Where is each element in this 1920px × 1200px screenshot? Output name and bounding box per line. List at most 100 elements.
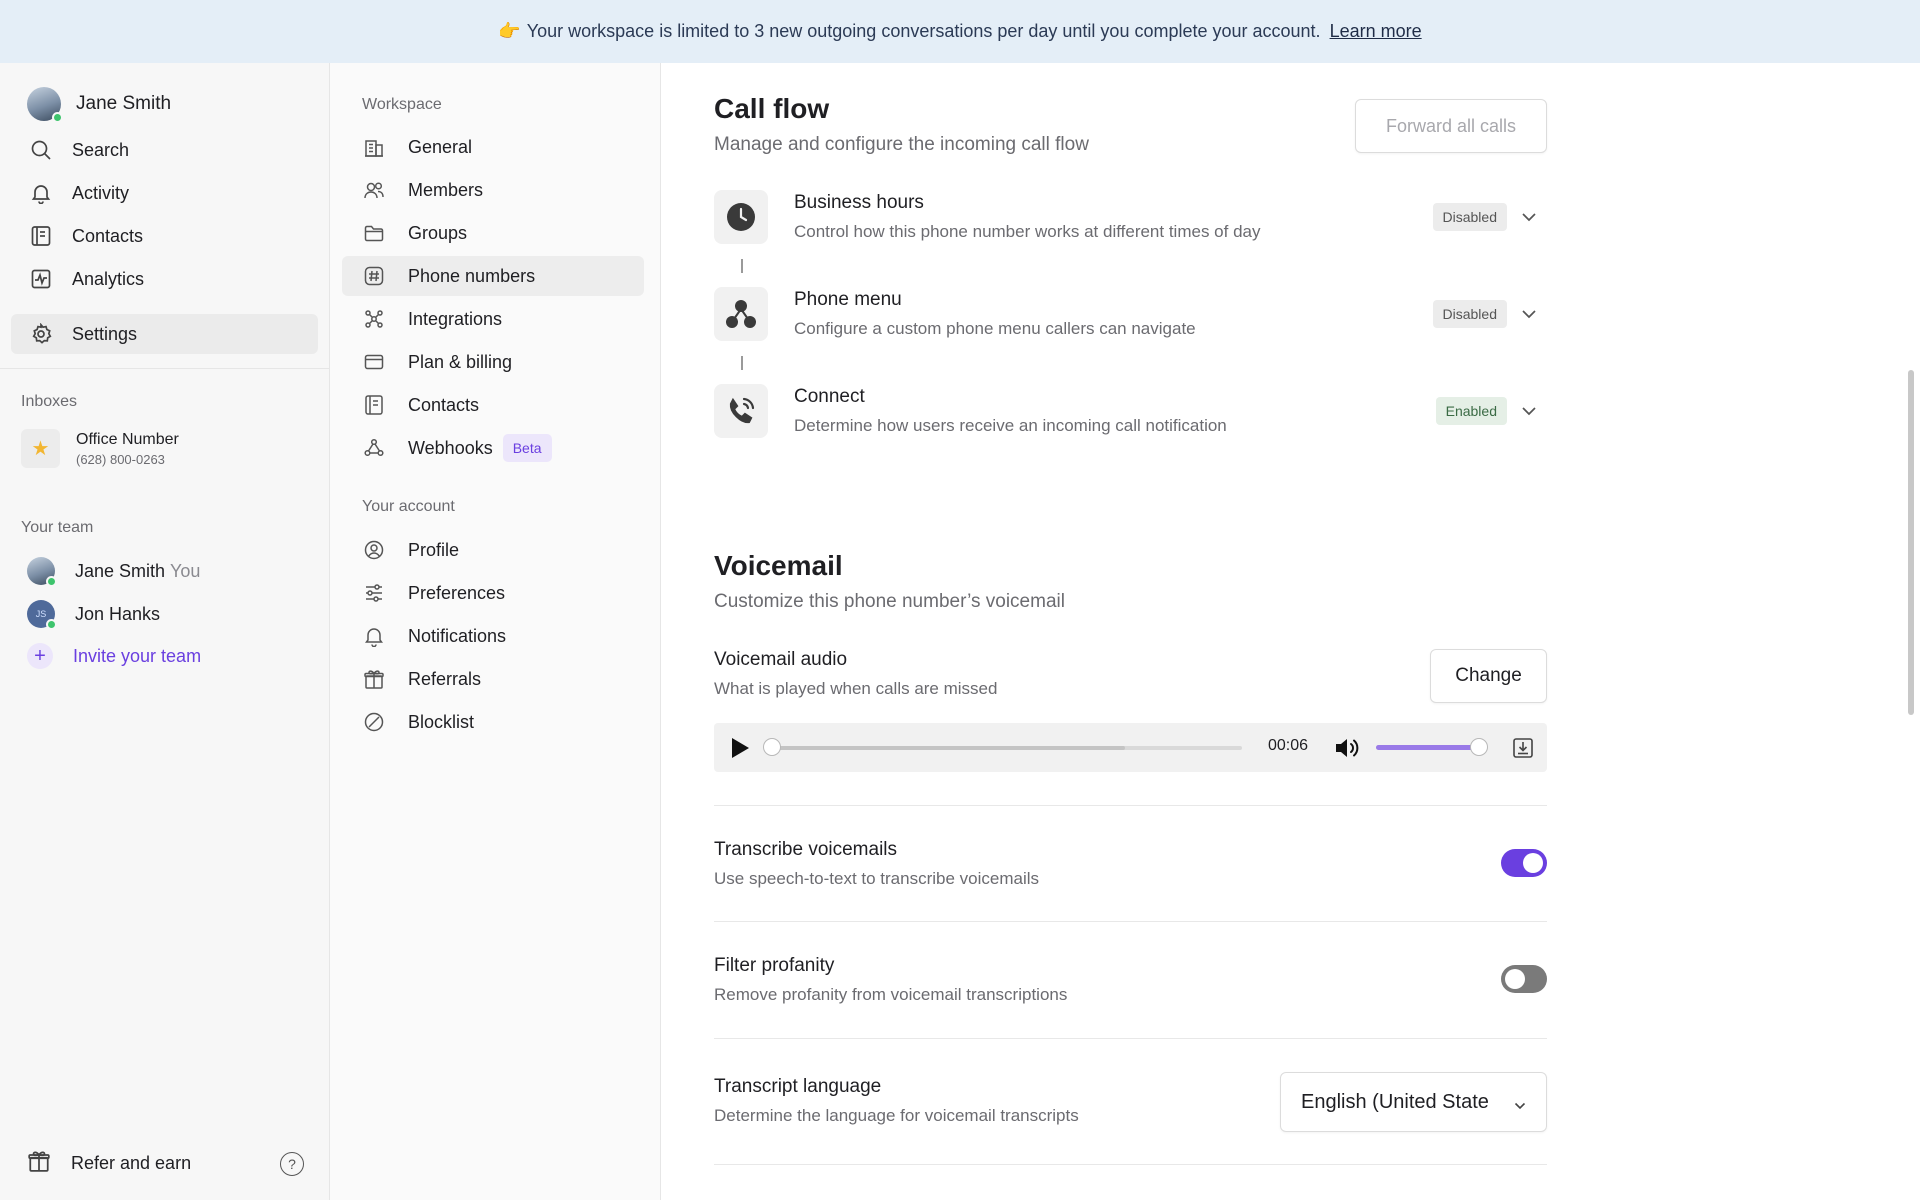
refer-and-earn-button[interactable]: Refer and earn	[27, 1149, 307, 1178]
forward-all-calls-button[interactable]: Forward all calls	[1355, 99, 1547, 153]
sidebar-item-analytics[interactable]: Analytics	[11, 259, 318, 299]
folder-icon	[362, 221, 386, 245]
audio-time: 00:06	[1268, 737, 1309, 754]
flow-step-desc: Determine how users receive an incoming …	[794, 416, 1227, 435]
star-icon: ★	[21, 429, 60, 468]
team-member[interactable]: JS Jon Hanks	[27, 600, 161, 630]
inbox-office-number[interactable]: ★ Office Number (628) 800-0263	[21, 429, 179, 468]
help-icon[interactable]: ?	[280, 1152, 304, 1176]
menu-item-label: Webhooks	[408, 437, 493, 458]
flow-step-title: Connect	[794, 386, 865, 407]
menu-item-profile[interactable]: Profile	[342, 530, 644, 570]
team-member[interactable]: Jane Smith You	[27, 557, 200, 587]
menu-item-plan-billing[interactable]: Plan & billing	[342, 342, 644, 382]
call-flow-title: Call flow	[714, 93, 830, 124]
menu-item-label: Preferences	[408, 582, 506, 603]
bell-icon	[28, 180, 54, 206]
menu-item-general[interactable]: General	[342, 127, 644, 167]
sidebar-item-activity[interactable]: Activity	[11, 173, 318, 213]
chevron-down-icon[interactable]	[1519, 207, 1539, 227]
sidebar-item-label: Search	[72, 139, 130, 160]
language-value: English (United State	[1301, 1090, 1489, 1113]
flow-step-connect[interactable]: Connect Determine how users receive an i…	[714, 382, 1547, 440]
menu-item-contacts[interactable]: Contacts	[342, 385, 644, 425]
voicemail-subtitle: Customize this phone number’s voicemail	[714, 591, 1065, 612]
menu-item-groups[interactable]: Groups	[342, 213, 644, 253]
profanity-desc: Remove profanity from voicemail transcri…	[714, 985, 1068, 1004]
flow-step-business-hours[interactable]: Business hours Control how this phone nu…	[714, 188, 1547, 246]
profile-icon	[362, 538, 386, 562]
avatar	[27, 87, 63, 123]
learn-more-link[interactable]: Learn more	[1330, 21, 1422, 42]
team-heading: Your team	[21, 519, 94, 536]
volume-handle[interactable]	[1470, 738, 1489, 756]
app-sidebar: Jane Smith Search Activity Contacts Anal…	[0, 63, 330, 1200]
analytics-icon	[28, 266, 54, 292]
beta-badge: Beta	[502, 434, 552, 462]
menu-item-label: Groups	[408, 222, 468, 243]
menu-item-members[interactable]: Members	[342, 170, 644, 210]
sidebar-item-settings[interactable]: Settings	[11, 314, 318, 354]
language-label: Transcript language	[714, 1076, 882, 1097]
menu-item-label: Referrals	[408, 668, 482, 689]
members-icon	[362, 178, 386, 202]
section-divider	[714, 805, 1547, 806]
menu-item-notifications[interactable]: Notifications	[342, 616, 644, 656]
profanity-toggle[interactable]	[1501, 965, 1547, 993]
invite-team-button[interactable]: + Invite your team	[27, 643, 201, 669]
block-icon	[362, 710, 386, 734]
menu-item-label: Integrations	[408, 308, 503, 329]
sidebar-item-search[interactable]: Search	[11, 130, 318, 170]
menu-item-blocklist[interactable]: Blocklist	[342, 702, 644, 742]
contacts-icon	[28, 223, 54, 249]
sidebar-item-label: Settings	[72, 323, 138, 344]
phone-number-settings: Call flow Manage and configure the incom…	[661, 63, 1920, 1200]
sidebar-item-contacts[interactable]: Contacts	[11, 216, 318, 256]
status-badge: Disabled	[1432, 300, 1507, 328]
section-divider	[714, 1164, 1547, 1165]
member-name: Jon Hanks	[75, 603, 161, 624]
volume-icon[interactable]	[1333, 735, 1361, 761]
menu-item-referrals[interactable]: Referrals	[342, 659, 644, 699]
chevron-down-icon	[1514, 1093, 1526, 1116]
voicemail-title: Voicemail	[714, 550, 843, 581]
sidebar-item-label: Activity	[72, 182, 130, 203]
flow-step-desc: Configure a custom phone menu callers ca…	[794, 319, 1196, 338]
menu-item-label: Profile	[408, 539, 460, 560]
webhook-icon	[362, 436, 386, 460]
banner-text: Your workspace is limited to 3 new outgo…	[526, 21, 1321, 41]
workspace-heading: Workspace	[362, 96, 442, 113]
menu-item-label: Contacts	[408, 394, 480, 415]
change-audio-button[interactable]: Change	[1430, 649, 1547, 703]
chevron-down-icon[interactable]	[1519, 401, 1539, 421]
phone-ring-icon	[714, 384, 768, 438]
language-desc: Determine the language for voicemail tra…	[714, 1106, 1079, 1125]
menu-item-preferences[interactable]: Preferences	[342, 573, 644, 613]
menu-item-webhooks[interactable]: Webhooks Beta	[342, 428, 644, 468]
play-icon[interactable]	[726, 735, 752, 761]
inbox-name: Office Number	[76, 430, 179, 448]
sidebar-item-label: Contacts	[72, 225, 144, 246]
menu-item-label: Phone numbers	[408, 265, 536, 286]
flow-step-phone-menu[interactable]: Phone menu Configure a custom phone menu…	[714, 285, 1547, 343]
audio-progress-handle[interactable]	[763, 738, 781, 756]
page-scrollbar[interactable]	[1908, 370, 1914, 715]
account-heading: Your account	[362, 498, 455, 515]
section-divider	[714, 921, 1547, 922]
phone-menu-icon	[714, 287, 768, 341]
menu-item-label: Blocklist	[408, 711, 475, 732]
current-user[interactable]: Jane Smith	[27, 87, 171, 123]
voicemail-audio-label: Voicemail audio	[714, 649, 848, 670]
menu-item-phone-numbers[interactable]: Phone numbers	[342, 256, 644, 296]
audio-progress-track[interactable]	[772, 746, 1242, 750]
transcribe-toggle[interactable]	[1501, 849, 1547, 877]
flow-connector	[741, 259, 743, 273]
online-status-dot	[52, 112, 63, 123]
language-select[interactable]: English (United State	[1280, 1072, 1547, 1132]
menu-item-integrations[interactable]: Integrations	[342, 299, 644, 339]
menu-item-label: Plan & billing	[408, 351, 513, 372]
plus-icon: +	[27, 643, 53, 669]
download-icon[interactable]	[1512, 737, 1534, 759]
chevron-down-icon[interactable]	[1519, 304, 1539, 324]
sliders-icon	[362, 581, 386, 605]
